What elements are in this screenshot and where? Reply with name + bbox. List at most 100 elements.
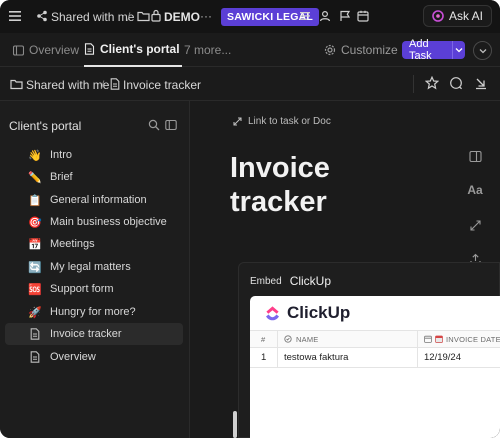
clickup-logo: ClickUp <box>263 303 350 323</box>
flag-icon[interactable] <box>339 10 351 22</box>
breadcrumb-doc[interactable]: Invoice tracker <box>123 78 201 92</box>
table-row[interactable]: 1 testowa faktura 12/19/24 <box>250 348 500 368</box>
sidebar-item-invoice-tracker[interactable]: Invoice tracker <box>5 323 183 345</box>
clickup-embed-frame[interactable]: ClickUp # NAME INVOICE DATE 1 testowa fa… <box>250 296 500 438</box>
sidebar-item-label: Meetings <box>50 238 95 250</box>
add-task-button[interactable]: Add Task <box>402 38 465 62</box>
tab-more[interactable]: 7 more... <box>184 33 231 67</box>
sidebar-item-label: Invoice tracker <box>50 328 122 340</box>
scrollbar[interactable] <box>233 411 237 438</box>
link-sync-icon[interactable] <box>466 216 484 234</box>
folder-icon <box>10 78 23 90</box>
clipboard-icon: 📋 <box>28 194 42 207</box>
add-task-label: Add Task <box>409 38 432 62</box>
doc-sidebar: Client's portal 👋 Intro ✏️ Brief 📋 Gener… <box>0 101 190 438</box>
column-header-invoice-date[interactable]: INVOICE DATE <box>418 331 500 347</box>
embed-block[interactable]: Embed ClickUp ClickUp # NAME INVOICE DAT… <box>238 262 500 438</box>
list-icon[interactable] <box>299 10 311 22</box>
breadcrumb-shared-with-me[interactable]: Shared with me <box>26 78 109 92</box>
comment-icon[interactable] <box>449 76 463 90</box>
chevron-down-icon <box>479 48 487 54</box>
view-tab-bar: Overview Client's portal 7 more... Custo… <box>0 33 500 67</box>
calendar-icon[interactable] <box>357 10 369 22</box>
more-options-icon[interactable]: ··· <box>200 9 212 23</box>
font-settings-icon[interactable]: Aa <box>466 181 484 199</box>
menu-icon[interactable] <box>9 10 21 22</box>
column-header-label: INVOICE DATE <box>446 334 500 344</box>
customize-button[interactable]: Customize <box>324 33 398 67</box>
export-icon[interactable] <box>474 76 488 90</box>
embed-header: Embed ClickUp <box>250 274 331 288</box>
sidebar-item-meetings[interactable]: 📅 Meetings <box>5 233 183 255</box>
ask-ai-label: Ask AI <box>448 9 483 23</box>
doc-breadcrumb-bar: Shared with me / Invoice tracker <box>0 67 500 101</box>
gear-icon <box>324 44 336 56</box>
collapse-toggle-button[interactable] <box>473 41 492 60</box>
top-bar: Shared with me / DEMO ··· SAWICKI LEGAL … <box>0 0 500 33</box>
sidebar-item-label: Hungry for more? <box>50 306 136 318</box>
sidebar-item-support-form[interactable]: 🆘 Support form <box>5 278 183 300</box>
sidebar-item-brief[interactable]: ✏️ Brief <box>5 166 183 188</box>
doc-icon <box>28 351 42 363</box>
column-header-label: # <box>261 334 266 344</box>
app-window: Shared with me / DEMO ··· SAWICKI LEGAL … <box>0 0 500 438</box>
row-invoice-date[interactable]: 12/19/24 <box>418 348 500 367</box>
clickup-logo-icon <box>263 304 282 323</box>
doc-icon <box>110 78 120 90</box>
tab-clients-portal[interactable]: Client's portal <box>84 33 182 67</box>
breadcrumb-separator: / <box>101 78 105 92</box>
link-icon <box>232 116 243 127</box>
sidebar-item-label: Main business objective <box>50 216 167 228</box>
doc-icon <box>84 43 95 55</box>
share-icon <box>36 10 48 22</box>
sidebar-item-general-information[interactable]: 📋 General information <box>5 189 183 211</box>
sidebar-collapse-icon[interactable] <box>165 119 177 131</box>
ai-sparkle-icon <box>432 10 444 22</box>
page-layout-icon[interactable] <box>466 147 484 165</box>
folder-icon <box>137 10 150 22</box>
column-header-label: NAME <box>296 334 319 344</box>
wave-icon: 👋 <box>28 149 42 162</box>
star-icon[interactable] <box>425 76 439 90</box>
chevron-down-icon[interactable] <box>453 47 465 53</box>
lock-icon <box>151 9 161 22</box>
user-icon[interactable] <box>319 10 331 22</box>
clickup-logo-text: ClickUp <box>287 303 351 322</box>
link-to-task-label: Link to task or Doc <box>248 116 331 127</box>
embed-name[interactable]: ClickUp <box>290 274 331 288</box>
target-icon: 🎯 <box>28 216 42 229</box>
tab-clients-portal-label: Client's portal <box>100 42 180 56</box>
sidebar-item-label: Overview <box>50 351 96 363</box>
column-header-number[interactable]: # <box>250 331 278 347</box>
doc-icon <box>28 328 42 340</box>
sidebar-item-intro[interactable]: 👋 Intro <box>5 144 183 166</box>
search-icon[interactable] <box>148 119 160 131</box>
sidebar-item-main-business-objective[interactable]: 🎯 Main business objective <box>5 211 183 233</box>
refresh-icon: 🔄 <box>28 261 42 274</box>
page-title[interactable]: Invoice tracker <box>230 151 430 219</box>
tab-overview[interactable]: Overview <box>13 33 79 67</box>
sidebar-item-label: Brief <box>50 171 73 183</box>
sidebar-item-overview[interactable]: Overview <box>5 346 183 368</box>
doc-content: Link to task or Doc Invoice tracker Aa E… <box>190 101 500 438</box>
name-column-icon <box>284 335 292 343</box>
sidebar-item-label: Support form <box>50 283 114 295</box>
folder-name[interactable]: DEMO <box>164 10 200 24</box>
row-number: 1 <box>250 348 278 367</box>
sidebar-item-my-legal-matters[interactable]: 🔄 My legal matters <box>5 256 183 278</box>
tab-more-label: 7 more... <box>184 43 232 57</box>
sidebar-item-hungry-for-more[interactable]: 🚀 Hungry for more? <box>5 301 183 323</box>
overview-icon <box>13 44 24 56</box>
ask-ai-button[interactable]: Ask AI <box>422 5 492 27</box>
toolbar-divider <box>413 75 414 93</box>
row-name[interactable]: testowa faktura <box>278 348 418 367</box>
sos-icon: 🆘 <box>28 283 42 296</box>
pencil-icon: ✏️ <box>28 171 42 184</box>
sidebar-item-label: Intro <box>50 149 73 161</box>
link-to-task-button[interactable]: Link to task or Doc <box>232 116 331 127</box>
breadcrumb-shared[interactable]: Shared with me <box>51 10 134 24</box>
column-header-name[interactable]: NAME <box>278 331 418 347</box>
embed-label: Embed <box>250 275 282 287</box>
calendar-icon: 📅 <box>28 238 42 251</box>
sidebar-item-label: General information <box>50 194 147 206</box>
